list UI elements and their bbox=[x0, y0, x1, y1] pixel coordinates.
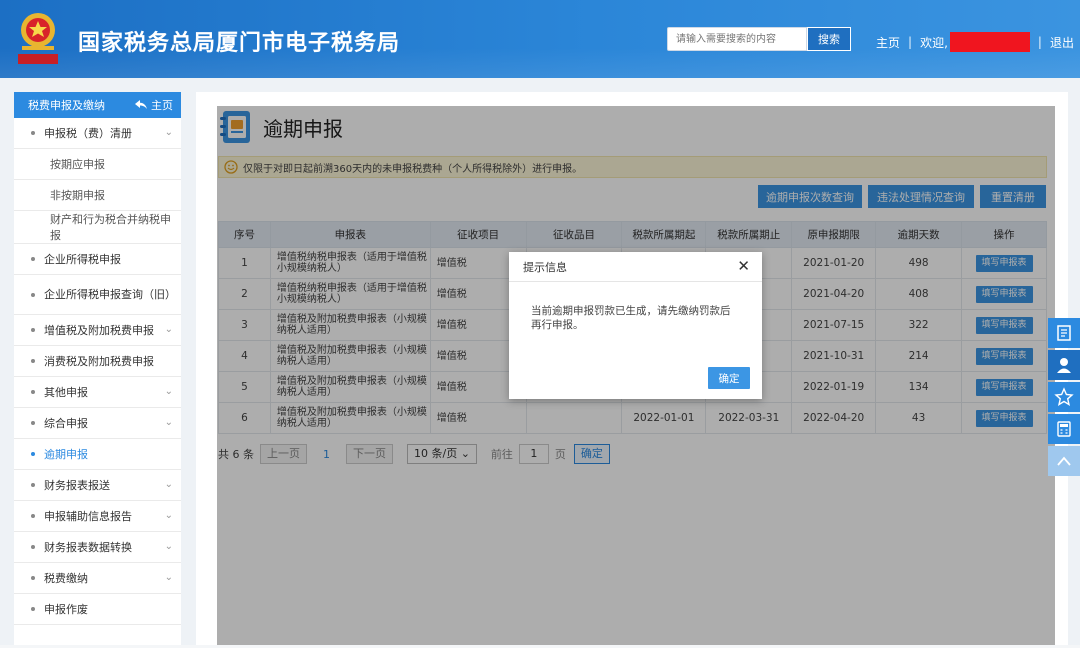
sidebar-item-label: 按期应申报 bbox=[50, 158, 105, 171]
sidebar-item[interactable]: 申报作废 bbox=[14, 594, 181, 625]
bullet-icon bbox=[31, 421, 35, 425]
sidebar-item[interactable]: 税费缴纳 ⌄ bbox=[14, 563, 181, 594]
calculator-icon[interactable] bbox=[1048, 414, 1080, 444]
dialog-header: 提示信息 ✕ bbox=[509, 252, 762, 282]
chevron-down-icon: ⌄ bbox=[164, 324, 173, 335]
back-arrow-icon bbox=[135, 100, 147, 109]
redacted-username bbox=[949, 32, 1030, 52]
up-arrow-icon[interactable] bbox=[1048, 446, 1080, 476]
sidebar-item[interactable]: 财务报表报送 ⌄ bbox=[14, 470, 181, 501]
sidebar-item-label: 申报税（费）清册 bbox=[44, 127, 132, 140]
sidebar-header: 税费申报及缴纳 主页 bbox=[14, 92, 181, 118]
welcome-text: 欢迎, bbox=[920, 35, 948, 50]
bullet-icon bbox=[31, 257, 35, 261]
home-link[interactable]: 主页 bbox=[876, 34, 900, 51]
bullet-icon bbox=[31, 131, 35, 135]
sidebar-item-label: 财务报表报送 bbox=[44, 479, 110, 492]
top-links: 主页 | 欢迎, | 退出 bbox=[876, 32, 1074, 52]
sidebar-menu: 申报税（费）清册 ⌄ 按期应申报非按期申报财产和行为税合并纳税申报企业所得税申报企业… bbox=[14, 118, 181, 625]
sidebar-item[interactable]: 企业所得税申报 bbox=[14, 244, 181, 275]
search-button[interactable]: 搜索 bbox=[807, 27, 851, 51]
sidebar-item-label: 企业所得税申报查询（旧） bbox=[44, 288, 176, 301]
separator: | bbox=[908, 35, 913, 49]
sidebar-item-label: 非按期申报 bbox=[50, 189, 105, 202]
sidebar-item-label: 综合申报 bbox=[44, 417, 88, 430]
sidebar-item[interactable]: 申报税（费）清册 ⌄ bbox=[14, 118, 181, 149]
bullet-icon bbox=[31, 514, 35, 518]
customer-service-icon[interactable] bbox=[1048, 350, 1080, 380]
sidebar-item[interactable]: 逾期申报 bbox=[14, 439, 181, 470]
sidebar-item-label: 增值税及附加税费申报 bbox=[44, 324, 154, 337]
close-icon[interactable]: ✕ bbox=[737, 259, 750, 274]
sidebar-item-label: 财产和行为税合并纳税申报 bbox=[50, 213, 171, 242]
dialog-ok-button[interactable]: 确定 bbox=[708, 367, 750, 389]
chevron-down-icon: ⌄ bbox=[164, 127, 173, 138]
chevron-down-icon: ⌄ bbox=[164, 417, 173, 428]
sidebar-item[interactable]: 按期应申报 bbox=[14, 149, 181, 180]
bullet-icon bbox=[31, 452, 35, 456]
logout-link[interactable]: 退出 bbox=[1050, 34, 1074, 51]
bullet-icon bbox=[31, 390, 35, 394]
form-icon[interactable] bbox=[1048, 318, 1080, 348]
sidebar-item-label: 企业所得税申报 bbox=[44, 253, 121, 266]
sidebar-item[interactable]: 增值税及附加税费申报 ⌄ bbox=[14, 315, 181, 346]
alert-dialog: 提示信息 ✕ 当前逾期申报罚款已生成，请先缴纳罚款后再行申报。 确定 bbox=[509, 252, 762, 399]
sidebar-item-label: 申报作废 bbox=[44, 603, 88, 616]
bullet-icon bbox=[31, 483, 35, 487]
sidebar-item[interactable]: 申报辅助信息报告 ⌄ bbox=[14, 501, 181, 532]
chevron-down-icon: ⌄ bbox=[164, 541, 173, 552]
star-icon[interactable] bbox=[1048, 382, 1080, 412]
bullet-icon bbox=[31, 359, 35, 363]
sidebar-item-label: 逾期申报 bbox=[44, 448, 88, 461]
bullet-icon bbox=[31, 545, 35, 549]
bullet-icon bbox=[31, 576, 35, 580]
sidebar-home-label: 主页 bbox=[151, 99, 173, 112]
separator: | bbox=[1037, 35, 1042, 49]
chevron-down-icon: ⌄ bbox=[164, 510, 173, 521]
sidebar-item[interactable]: 财产和行为税合并纳税申报 bbox=[14, 211, 181, 244]
chevron-down-icon: ⌄ bbox=[164, 479, 173, 490]
dialog-message: 当前逾期申报罚款已生成，请先缴纳罚款后再行申报。 bbox=[531, 305, 731, 331]
sidebar-item[interactable]: 非按期申报 bbox=[14, 180, 181, 211]
dialog-title: 提示信息 bbox=[523, 260, 567, 274]
site-header: 国家税务总局厦门市电子税务局 搜索 主页 | 欢迎, | 退出 bbox=[0, 0, 1080, 78]
sidebar-item[interactable]: 消费税及附加税费申报 bbox=[14, 346, 181, 377]
bullet-icon bbox=[31, 292, 35, 297]
sidebar-home-button[interactable]: 主页 bbox=[135, 97, 173, 113]
sidebar-item[interactable]: 企业所得税申报查询（旧） bbox=[14, 275, 181, 315]
search-input[interactable] bbox=[667, 27, 807, 51]
sidebar: 税费申报及缴纳 主页 申报税（费）清册 ⌄ 按期应申报非按期申报财产和行为税合并纳税… bbox=[14, 92, 181, 648]
sidebar-item-label: 税费缴纳 bbox=[44, 572, 88, 585]
sidebar-item[interactable]: 财务报表数据转换 ⌄ bbox=[14, 532, 181, 563]
sidebar-item-label: 消费税及附加税费申报 bbox=[44, 355, 154, 368]
chevron-down-icon: ⌄ bbox=[164, 572, 173, 583]
floating-toolbar bbox=[1048, 318, 1080, 478]
tax-emblem-icon bbox=[18, 13, 58, 64]
sidebar-title: 税费申报及缴纳 bbox=[28, 99, 105, 112]
sidebar-item[interactable]: 其他申报 ⌄ bbox=[14, 377, 181, 408]
bullet-icon bbox=[31, 328, 35, 332]
site-title: 国家税务总局厦门市电子税务局 bbox=[78, 31, 401, 56]
bullet-icon bbox=[31, 607, 35, 611]
sidebar-item-label: 申报辅助信息报告 bbox=[44, 510, 132, 523]
sidebar-item-label: 财务报表数据转换 bbox=[44, 541, 132, 554]
chevron-down-icon: ⌄ bbox=[164, 386, 173, 397]
sidebar-item[interactable]: 综合申报 ⌄ bbox=[14, 408, 181, 439]
sidebar-item-label: 其他申报 bbox=[44, 386, 88, 399]
